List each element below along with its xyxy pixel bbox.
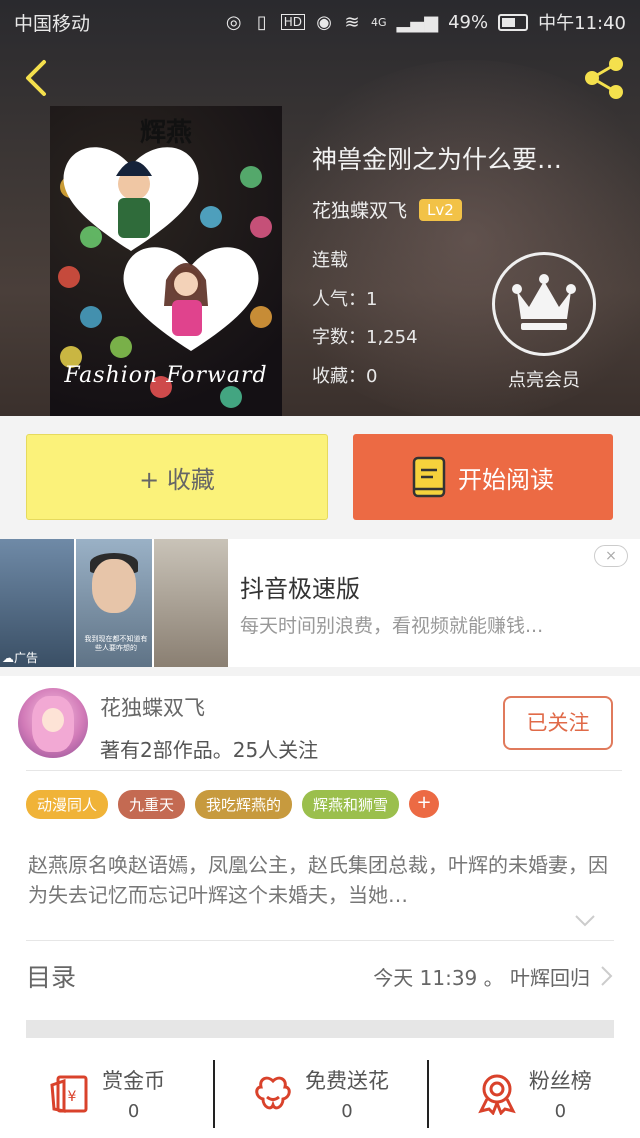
- sim-icon: ◎: [225, 11, 242, 33]
- book-status: 连载: [312, 250, 348, 271]
- book-author-row: 花独蝶双飞 Lv2: [312, 196, 462, 223]
- carrier-label: 中国移动: [14, 12, 91, 35]
- ad-thumbnail-right: [154, 539, 228, 667]
- book-cover[interactable]: 辉燕 Fashion Forward: [50, 106, 282, 416]
- crown-icon: [512, 274, 576, 330]
- book-title: 神兽金刚之为什么要…: [312, 145, 563, 174]
- collect-button[interactable]: + 收藏: [26, 434, 328, 520]
- ad-thumbnail-left: [0, 539, 74, 667]
- network-type: 4G: [371, 15, 387, 29]
- flower-icon: [255, 1076, 291, 1110]
- ad-banner[interactable]: 我到现在都不知道有些人要咋想的 ☁广告 抖音极速版 每天时间别浪费，看视频就能赚…: [0, 539, 640, 667]
- tag-list: 动漫同人 九重天 我吃辉燕的 辉燕和狮雪 +: [26, 790, 440, 819]
- battery-percent: 49%: [448, 11, 489, 33]
- clock: 中午11:40: [538, 13, 626, 34]
- cover-title: 辉燕: [139, 118, 192, 148]
- book-author[interactable]: 花独蝶双飞: [312, 196, 407, 223]
- chevron-down-icon[interactable]: [574, 914, 596, 928]
- hd-icon: HD: [280, 14, 306, 30]
- collect-label: + 收藏: [139, 465, 215, 494]
- cover-heart-bottom: [123, 247, 259, 351]
- author-avatar[interactable]: [18, 688, 88, 758]
- send-flower-count: 0: [341, 1100, 353, 1122]
- bottom-action-bar: ¥ 赏金币 0 免费送花 0 粉丝榜 0: [0, 1048, 640, 1138]
- toc-label: 目录: [26, 963, 77, 992]
- reward-coins-button[interactable]: ¥ 赏金币 0: [0, 1048, 213, 1138]
- fan-ranking-label: 粉丝榜: [528, 1068, 592, 1093]
- book-word-count: 字数：1,254: [312, 327, 418, 348]
- back-icon[interactable]: [18, 58, 58, 98]
- book-header: 中国移动 ◎ ▯ HD ◉ ≋ 4G ▂▄▆ 49% 中午11:40 辉燕 Fa…: [0, 0, 640, 416]
- book-description[interactable]: 赵燕原名唤赵语嫣，凤凰公主，赵氏集团总裁，叶辉的未婚妻，因为失去记忆而忘记叶辉这…: [28, 850, 612, 910]
- book-popularity: 人气：1: [312, 289, 378, 310]
- latest-chapter: 今天 11:39 。 叶辉回归: [373, 965, 590, 990]
- reward-coins-count: 0: [127, 1100, 140, 1122]
- start-reading-label: 开始阅读: [458, 465, 554, 494]
- ad-tag: ☁广告: [2, 651, 39, 665]
- share-icon[interactable]: [580, 54, 628, 102]
- ad-video-caption: 我到现在都不知道有些人要咋想的: [84, 635, 148, 652]
- fan-ranking-button[interactable]: 粉丝榜 0: [426, 1048, 640, 1138]
- level-badge: Lv2: [419, 198, 462, 221]
- tag-item[interactable]: 九重天: [118, 790, 186, 819]
- signal-icon: ▂▄▆: [396, 11, 439, 33]
- tag-item[interactable]: 动漫同人: [26, 790, 109, 819]
- author-section: 花独蝶双飞 著有2部作品。25人关注 已关注 动漫同人 九重天 我吃辉燕的 辉燕…: [0, 676, 640, 1138]
- start-reading-button[interactable]: 开始阅读: [353, 434, 613, 520]
- vip-button[interactable]: [492, 252, 596, 356]
- separator-bar: [26, 1020, 614, 1038]
- ad-title[interactable]: 抖音极速版: [240, 569, 360, 604]
- book-icon: [412, 456, 446, 498]
- battery-icon: [498, 13, 529, 31]
- ad-person-face: [92, 559, 136, 613]
- ad-description: 每天时间别浪费，看视频就能赚钱...: [240, 615, 544, 637]
- tag-item[interactable]: 我吃辉燕的: [195, 790, 293, 819]
- send-flower-button[interactable]: 免费送花 0: [213, 1048, 426, 1138]
- eye-icon: ◉: [316, 11, 332, 33]
- reward-coins-label: 赏金币: [102, 1068, 166, 1093]
- svg-text:¥: ¥: [68, 1089, 77, 1105]
- follow-button[interactable]: 已关注: [503, 696, 613, 750]
- send-flower-label: 免费送花: [304, 1068, 389, 1093]
- cover-subtitle: Fashion Forward: [64, 363, 268, 388]
- ad-close-button[interactable]: ×: [594, 545, 628, 567]
- vip-label[interactable]: 点亮会员: [492, 366, 596, 392]
- chevron-right-icon: [601, 966, 613, 986]
- vibrate-icon: ▯: [256, 11, 267, 33]
- coin-envelope-icon: ¥: [50, 1075, 88, 1113]
- author-stats: 著有2部作品。25人关注: [100, 738, 319, 762]
- divider: [26, 770, 622, 771]
- medal-icon: [478, 1074, 516, 1115]
- add-tag-button[interactable]: +: [409, 790, 440, 818]
- table-of-contents-row[interactable]: 目录 今天 11:39 。 叶辉回归: [26, 940, 614, 1012]
- fan-ranking-count: 0: [554, 1100, 567, 1122]
- book-favorites: 收藏：0: [312, 366, 378, 387]
- tag-item[interactable]: 辉燕和狮雪: [302, 790, 400, 819]
- author-name[interactable]: 花独蝶双飞: [100, 692, 205, 722]
- wifi-icon: ≋: [344, 11, 360, 33]
- status-bar: 中国移动 ◎ ▯ HD ◉ ≋ 4G ▂▄▆ 49% 中午11:40: [0, 0, 640, 44]
